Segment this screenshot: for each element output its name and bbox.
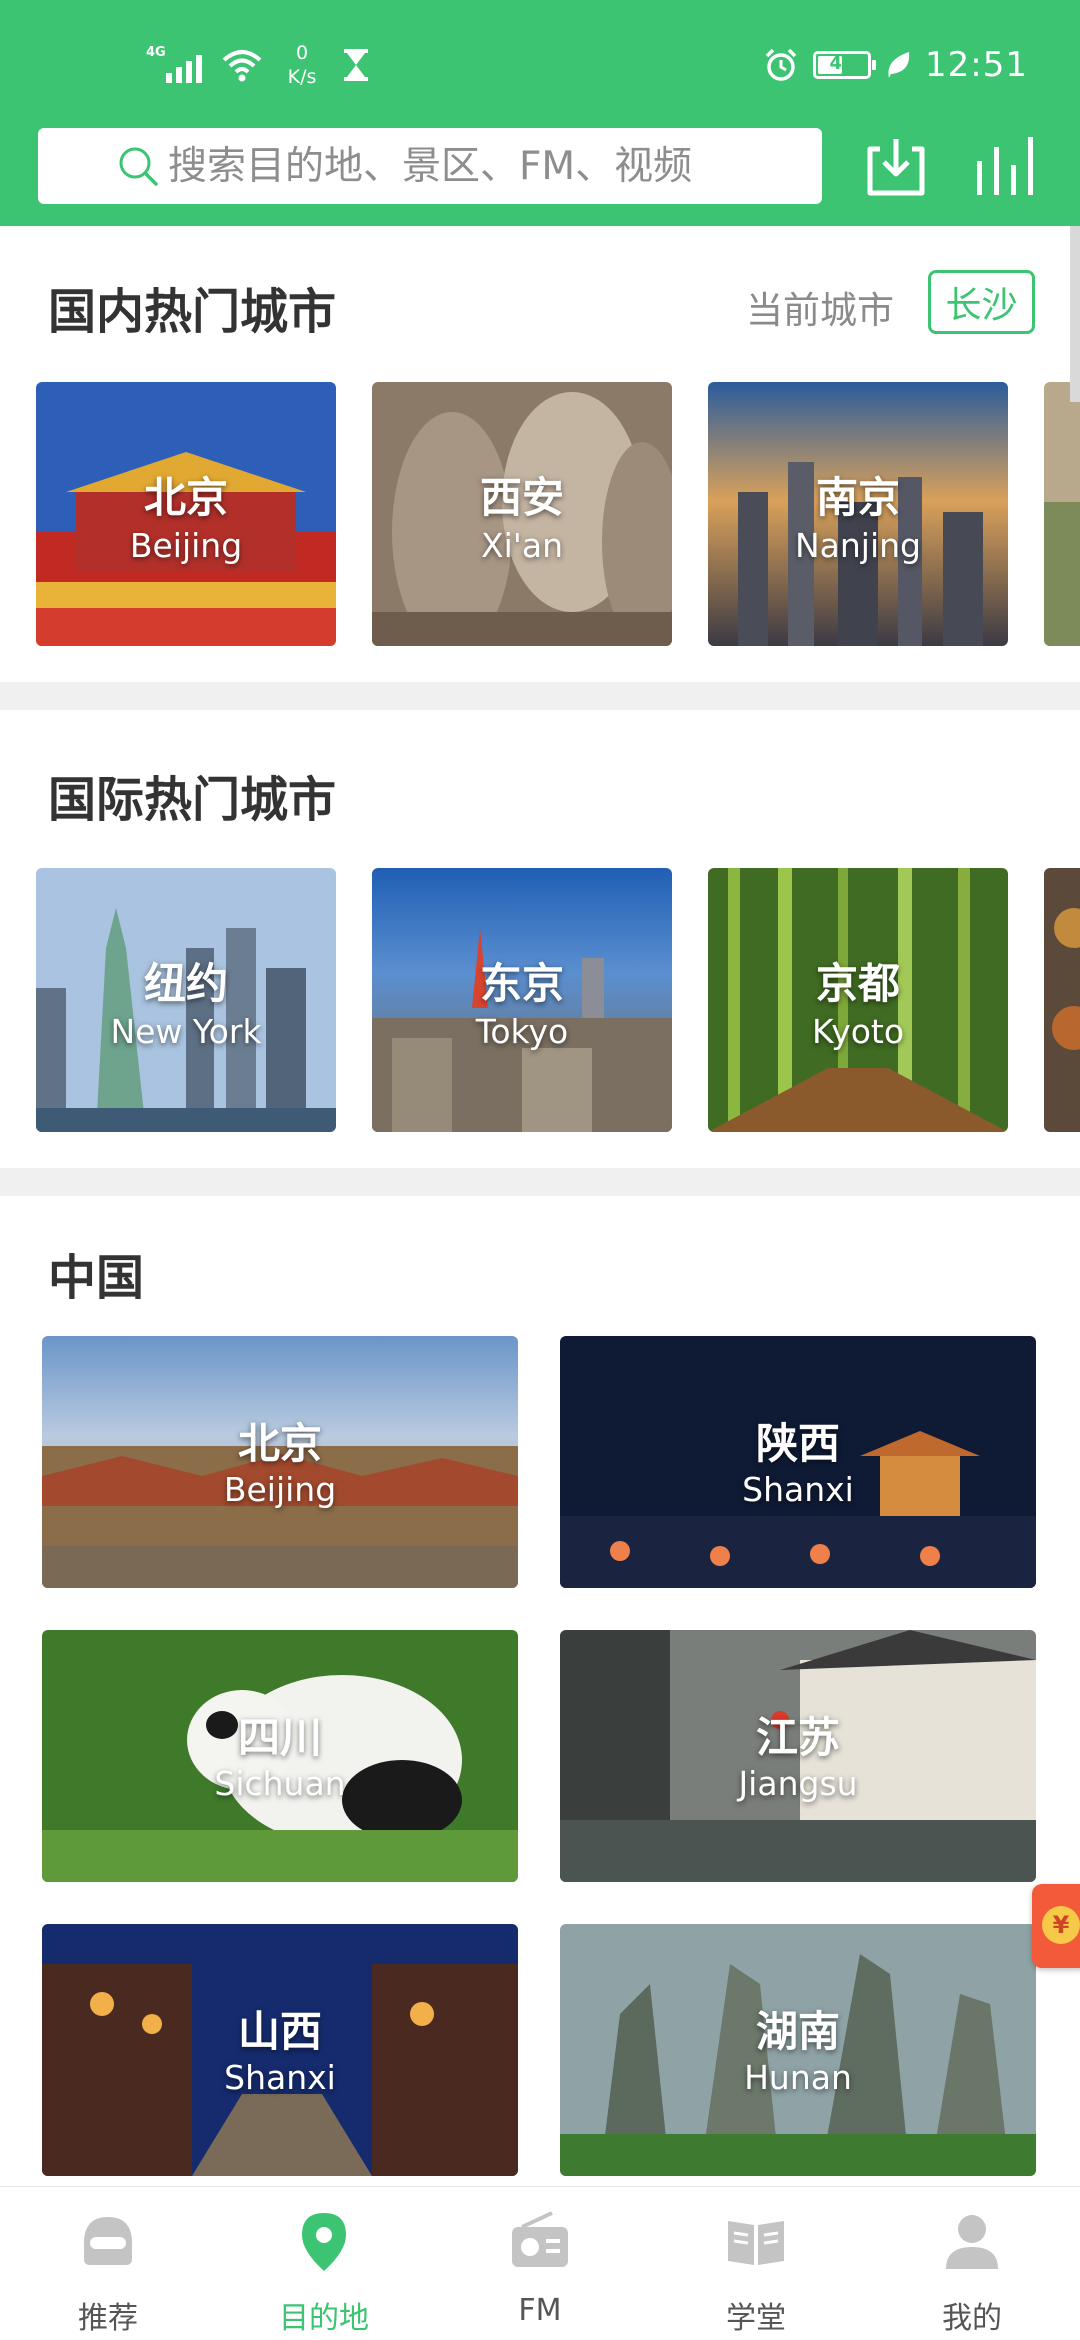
region-card[interactable]: 江苏 Jiangsu <box>560 1630 1036 1882</box>
region-name-en: Shanxi <box>224 2058 336 2097</box>
nav-item-recommend[interactable]: 推荐 <box>0 2187 216 2340</box>
city-name: 京都 <box>815 959 900 1008</box>
city-name: 纽约 <box>143 959 228 1008</box>
nav-label: 推荐 <box>78 2301 138 2336</box>
city-card[interactable]: 京都 Kyoto <box>708 868 1008 1132</box>
city-card[interactable]: 纽约 New York <box>36 868 336 1132</box>
search-icon <box>119 147 158 186</box>
nav-label: FM <box>518 2293 562 2328</box>
book-icon <box>728 2221 784 2265</box>
person-icon <box>946 2215 998 2269</box>
alarm-icon <box>765 48 797 81</box>
international-city-carousel[interactable]: 纽约 New York 东京 Tokyo 京都 Kyoto <box>0 868 1080 1132</box>
city-name-en: Xi'an <box>481 526 563 565</box>
region-name: 四川 <box>237 1713 322 1762</box>
region-card[interactable]: 湖南 Hunan <box>560 1924 1036 2176</box>
cellular-signal-icon: 4G <box>146 45 204 85</box>
nav-item-profile[interactable]: 我的 <box>864 2187 1080 2340</box>
region-name-en: Sichuan <box>214 1764 346 1803</box>
region-name: 江苏 <box>755 1713 840 1762</box>
network-speed: 0 K/s <box>287 42 317 88</box>
bottom-navigation: 推荐 目的地 FM 学堂 我的 <box>0 2186 1080 2340</box>
city-name-en: Beijing <box>129 526 243 565</box>
city-card[interactable]: 南京 Nanjing <box>708 382 1008 646</box>
region-name-en: Beijing <box>223 1470 337 1509</box>
nav-item-school[interactable]: 学堂 <box>648 2187 864 2340</box>
city-name: 东京 <box>479 959 564 1008</box>
region-name: 湖南 <box>755 2007 840 2056</box>
city-name: 北京 <box>143 473 228 522</box>
domestic-city-carousel[interactable]: 北京 Beijing 西安 Xi'an 南京 Nanjing <box>0 382 1080 646</box>
nav-label: 我的 <box>942 2301 1002 2336</box>
city-card[interactable]: 东京 Tokyo <box>372 868 672 1132</box>
region-name-en: Hunan <box>744 2058 852 2097</box>
city-name-en: Kyoto <box>811 1012 905 1051</box>
clock-time: 12:51 <box>925 45 1028 85</box>
hourglass-icon <box>344 49 368 81</box>
recommend-icon <box>84 2217 132 2265</box>
region-card[interactable]: 陕西 Shanxi <box>560 1336 1036 1588</box>
leaf-icon <box>888 52 910 78</box>
network-type-label: 4G <box>146 45 166 60</box>
region-card[interactable]: 四川 Sichuan <box>42 1630 518 1882</box>
yuan-coin-icon: ¥ <box>1042 1906 1080 1944</box>
domestic-hot-cities-title: 国内热门城市 <box>48 284 337 340</box>
current-city-button[interactable]: 长沙 <box>928 270 1035 334</box>
download-icon <box>867 139 925 196</box>
section-divider <box>0 682 1080 710</box>
nav-item-fm[interactable]: FM <box>432 2187 648 2340</box>
international-hot-cities-title: 国际热门城市 <box>48 772 337 828</box>
city-name-en: Nanjing <box>794 526 922 565</box>
status-bar: 4G 0 K/s 49 12:51 <box>0 0 1080 128</box>
wifi-icon <box>222 50 262 82</box>
ranking-button[interactable] <box>968 130 1040 202</box>
location-pin-icon <box>302 2213 346 2271</box>
region-name-en: Jiangsu <box>738 1764 858 1803</box>
china-section-title: 中国 <box>48 1250 145 1306</box>
city-card[interactable]: 北京 Beijing <box>36 382 336 646</box>
nav-label: 学堂 <box>726 2301 786 2336</box>
region-name: 陕西 <box>755 1419 840 1468</box>
bar-chart-icon <box>977 137 1033 195</box>
scrollbar-thumb[interactable] <box>1070 226 1080 402</box>
region-name: 北京 <box>237 1419 322 1468</box>
city-name: 西安 <box>479 473 564 522</box>
nav-item-destination[interactable]: 目的地 <box>216 2187 432 2340</box>
city-name-en: Tokyo <box>475 1012 569 1051</box>
section-divider <box>0 1168 1080 1196</box>
city-name-en: New York <box>110 1012 262 1051</box>
destination-screen: 4G 0 K/s 49 12:51 搜索目的地、景区、FM、视频 国内热门城市 … <box>0 0 1080 2340</box>
city-name: 南京 <box>815 473 900 522</box>
region-card[interactable]: 山西 Shanxi <box>42 1924 518 2176</box>
region-name: 山西 <box>237 2007 322 2056</box>
region-name-en: Shanxi <box>742 1470 854 1509</box>
current-city-label: 当前城市 <box>746 289 894 332</box>
nav-label: 目的地 <box>279 2301 369 2336</box>
city-card[interactable]: 西安 Xi'an <box>372 382 672 646</box>
region-card[interactable]: 北京 Beijing <box>42 1336 518 1588</box>
search-bar[interactable] <box>38 128 822 204</box>
download-button[interactable] <box>860 130 932 202</box>
header-bar: 4G 0 K/s 49 12:51 搜索目的地、景区、FM、视频 <box>0 0 1080 226</box>
search-input[interactable] <box>168 136 768 196</box>
red-packet-button[interactable]: ¥ <box>1032 1884 1080 1968</box>
battery-icon: 49 <box>813 51 877 79</box>
radio-icon <box>512 2211 568 2267</box>
